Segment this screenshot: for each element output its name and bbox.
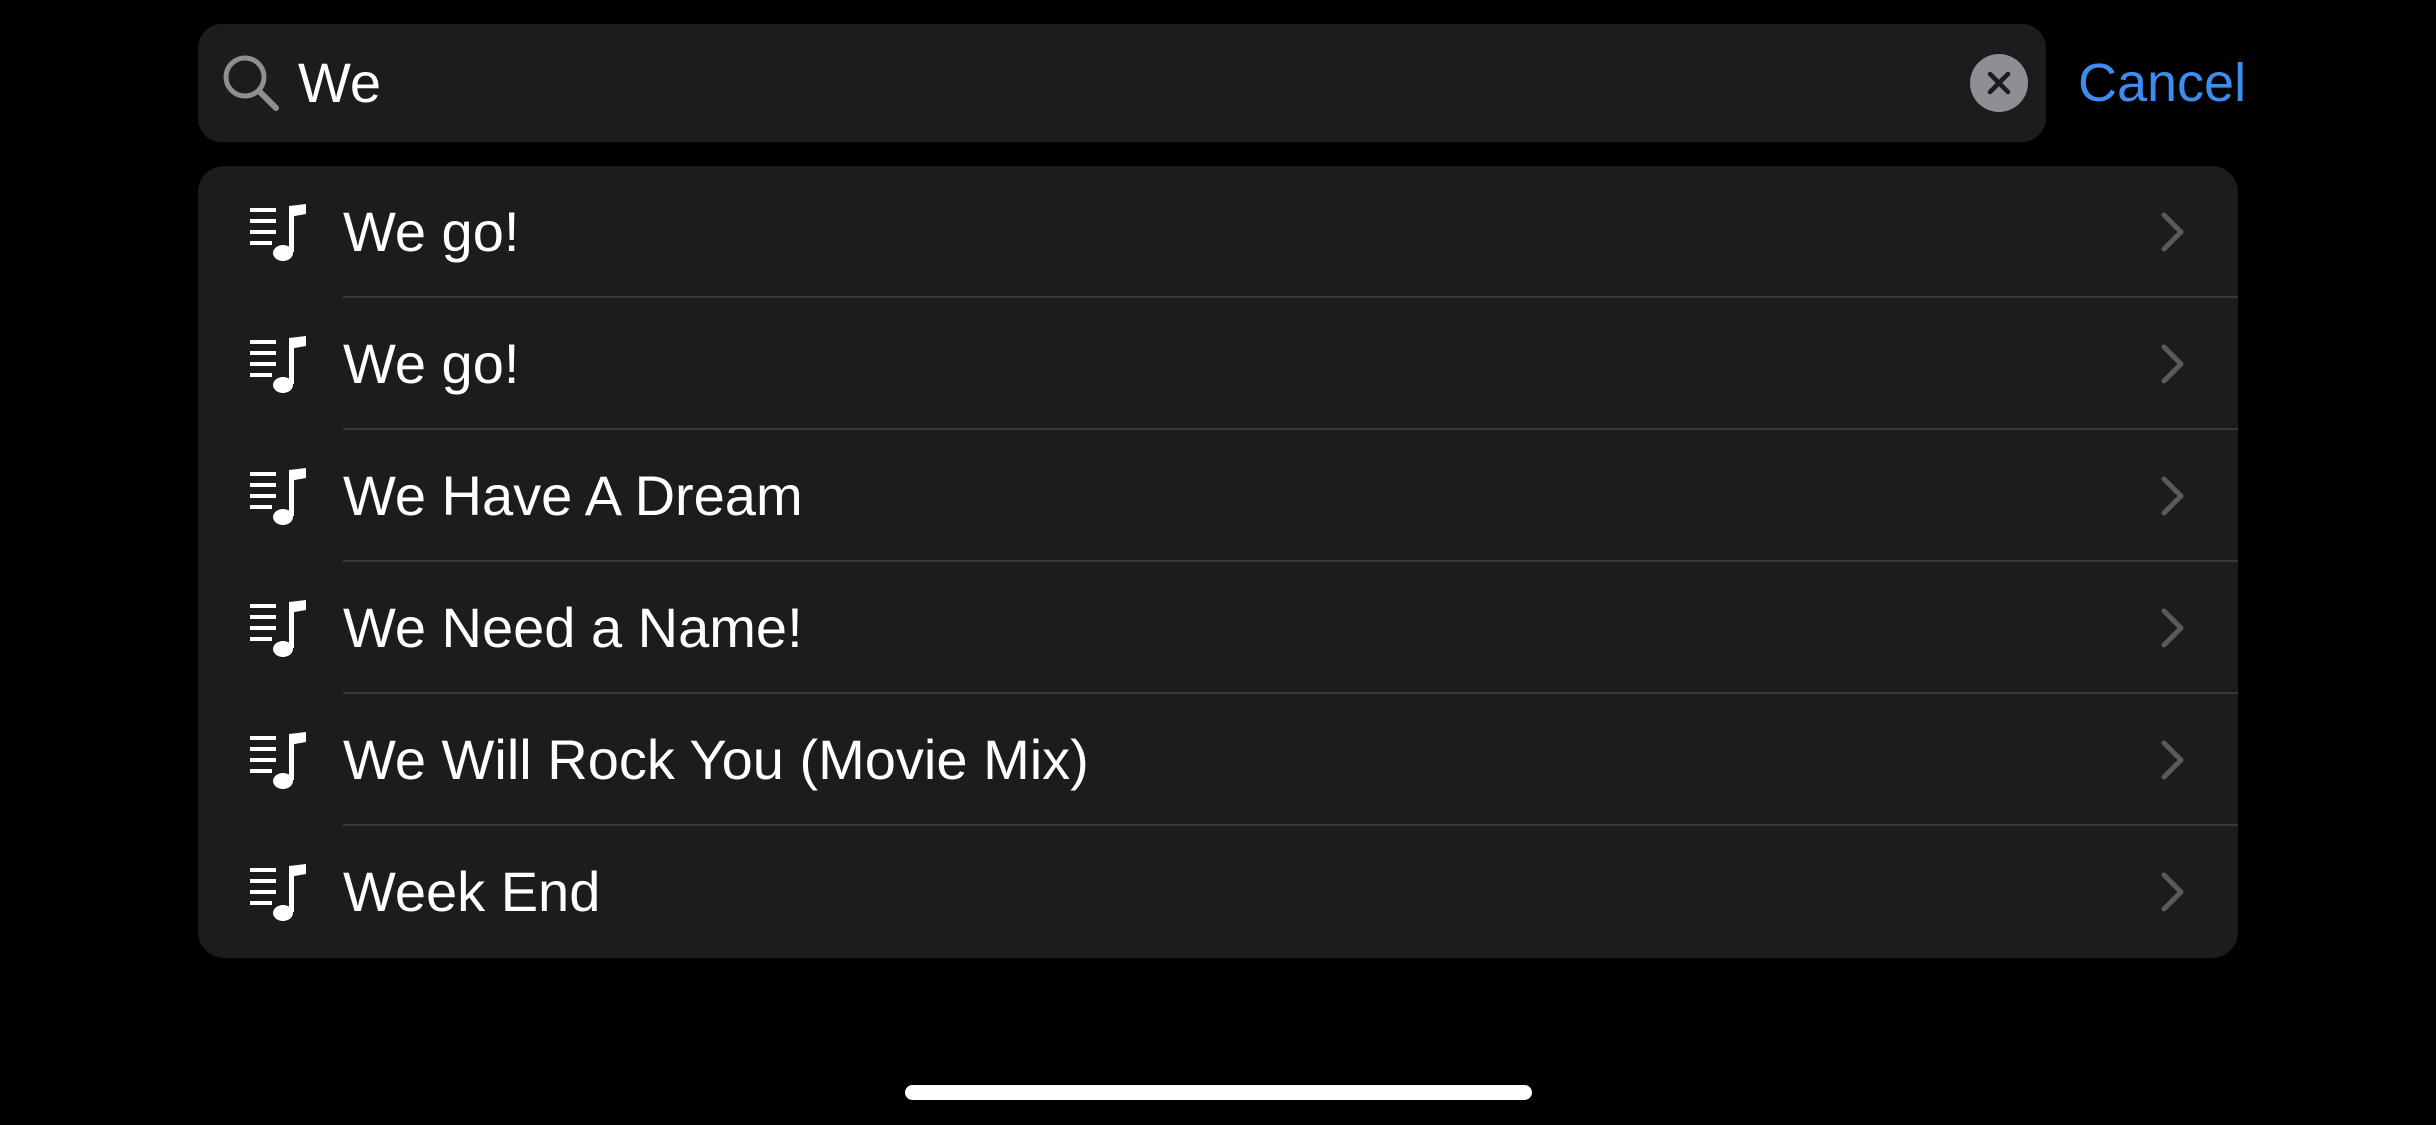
result-title: Week End [343, 860, 601, 923]
clear-search-button[interactable] [1970, 54, 2028, 112]
chevron-right-icon [2160, 872, 2186, 912]
chevron-right-icon [2160, 608, 2186, 648]
result-title: We Will Rock You (Movie Mix) [343, 728, 1089, 791]
result-row[interactable]: We Have A Dream [198, 430, 2238, 562]
clear-icon [1987, 71, 2011, 95]
playlist-music-icon [250, 600, 310, 658]
result-row[interactable]: We go! [198, 166, 2238, 298]
chevron-right-icon [2160, 476, 2186, 516]
result-title: We Need a Name! [343, 596, 803, 659]
result-row[interactable]: We Need a Name! [198, 562, 2238, 694]
search-bar: Cancel [198, 24, 2246, 142]
result-title: We go! [343, 200, 520, 263]
search-results-list: We go! We go! We Have A Dream We Need a … [198, 166, 2238, 958]
chevron-right-icon [2160, 344, 2186, 384]
result-title: We Have A Dream [343, 464, 803, 527]
result-row[interactable]: We Will Rock You (Movie Mix) [198, 694, 2238, 826]
chevron-right-icon [2160, 740, 2186, 780]
cancel-button[interactable]: Cancel [2078, 24, 2246, 142]
search-input[interactable] [298, 24, 1938, 142]
home-indicator[interactable] [905, 1085, 1532, 1100]
search-icon [220, 52, 282, 114]
result-row[interactable]: We go! [198, 298, 2238, 430]
result-row[interactable]: Week End [198, 826, 2238, 958]
playlist-music-icon [250, 864, 310, 922]
playlist-music-icon [250, 732, 310, 790]
playlist-music-icon [250, 204, 310, 262]
chevron-right-icon [2160, 212, 2186, 252]
search-field[interactable] [198, 24, 2046, 142]
playlist-music-icon [250, 336, 310, 394]
screen: Cancel We go! [0, 0, 2436, 1125]
playlist-music-icon [250, 468, 310, 526]
result-title: We go! [343, 332, 520, 395]
